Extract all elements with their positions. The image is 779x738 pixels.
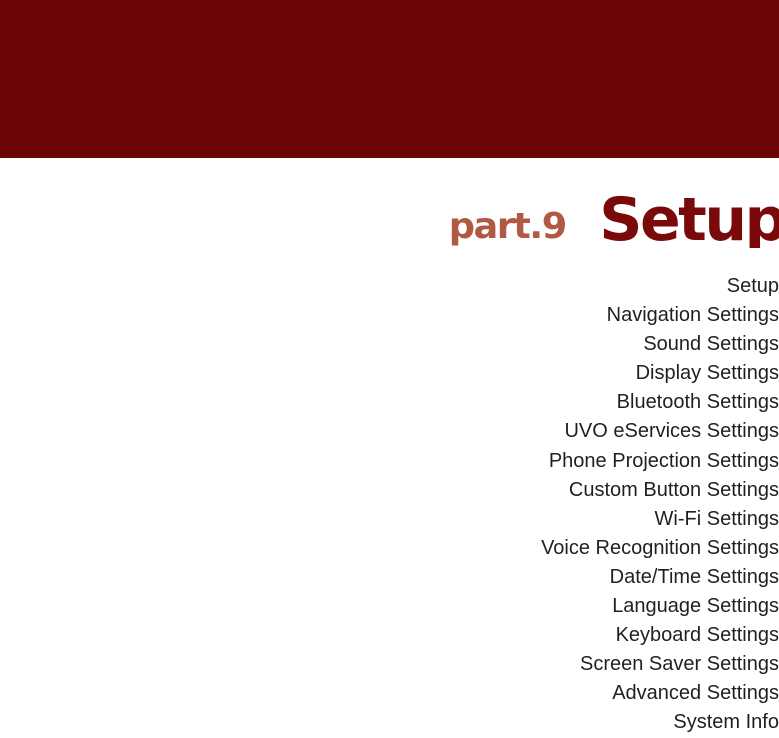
- contents-item[interactable]: Keyboard Settings: [0, 621, 779, 650]
- contents-item[interactable]: Wi-Fi Settings: [0, 505, 779, 534]
- contents-item[interactable]: Advanced Settings: [0, 679, 779, 708]
- contents-item[interactable]: Phone Projection Settings: [0, 447, 779, 476]
- contents-item[interactable]: Language Settings: [0, 592, 779, 621]
- part-title-block: part.9 Setup: [0, 176, 779, 248]
- page-root: part.9 Setup Setup Navigation Settings Sou…: [0, 0, 779, 733]
- contents-item[interactable]: System Info: [0, 708, 779, 737]
- contents-item[interactable]: Setup: [0, 272, 779, 301]
- contents-item[interactable]: Custom Button Settings: [0, 476, 779, 505]
- part-number-label: part.9: [449, 206, 568, 247]
- contents-item[interactable]: Bluetooth Settings: [0, 388, 779, 417]
- contents-item[interactable]: Display Settings: [0, 359, 779, 388]
- contents-item[interactable]: Date/Time Settings: [0, 563, 779, 592]
- header-banner: [0, 0, 779, 158]
- contents-item[interactable]: Voice Recognition Settings: [0, 534, 779, 563]
- chapter-contents-list: Setup Navigation Settings Sound Settings Di…: [0, 272, 779, 738]
- contents-item[interactable]: Sound Settings: [0, 330, 779, 359]
- part-title-heading: Setup: [599, 185, 779, 248]
- contents-item[interactable]: UVO eServices Settings: [0, 417, 779, 446]
- contents-item[interactable]: Screen Saver Settings: [0, 650, 779, 679]
- contents-item[interactable]: Navigation Settings: [0, 301, 779, 330]
